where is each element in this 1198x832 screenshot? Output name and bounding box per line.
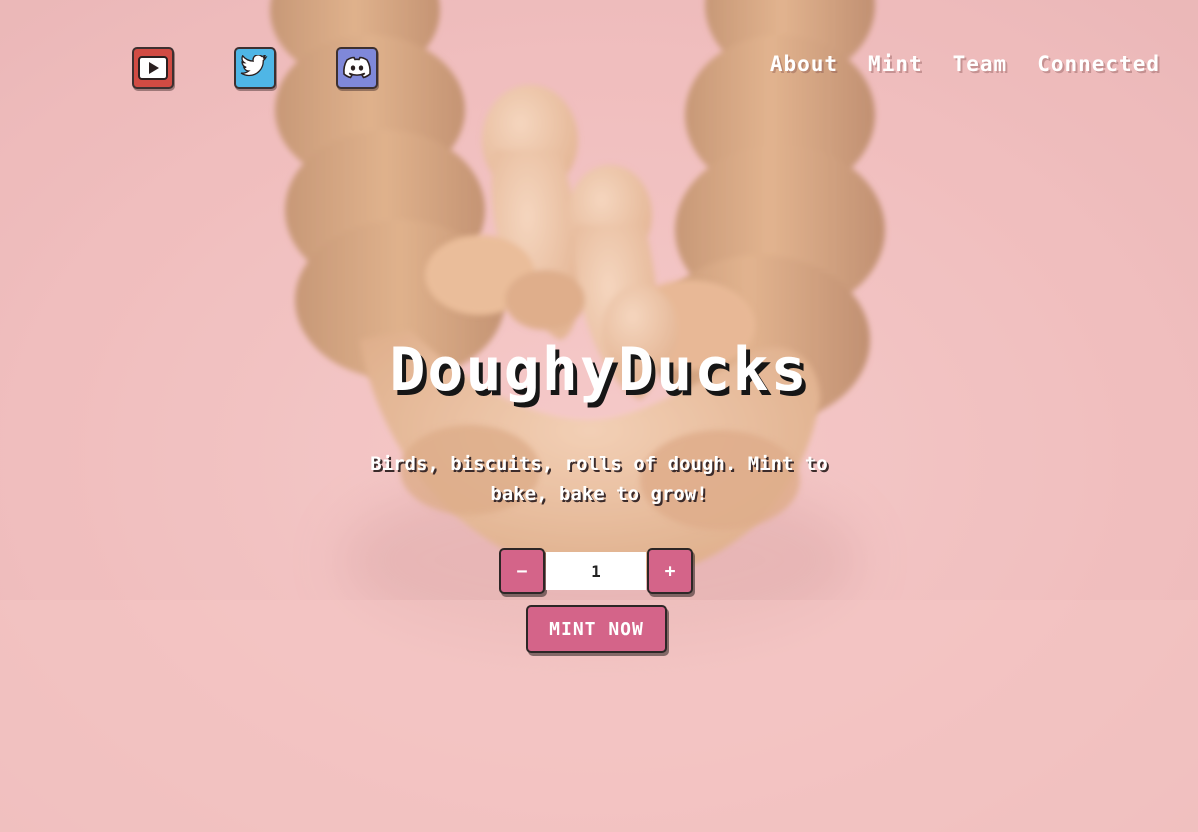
page-title: DoughyDucks	[389, 335, 809, 405]
nav-item-team[interactable]: Team	[953, 52, 1008, 76]
increment-button[interactable]: +	[647, 548, 693, 594]
youtube-link-button[interactable]	[132, 47, 174, 89]
nav-item-mint[interactable]: Mint	[868, 52, 923, 76]
nav-item-about[interactable]: About	[770, 52, 838, 76]
main-nav: About Mint Team Connected	[770, 52, 1160, 76]
quantity-input[interactable]	[546, 552, 646, 590]
mint-now-button[interactable]: MINT NOW	[526, 605, 667, 653]
nav-item-connected[interactable]: Connected	[1037, 52, 1160, 76]
discord-link-button[interactable]	[336, 47, 378, 89]
hero-subtitle: Birds, biscuits, rolls of dough. Mint to…	[370, 453, 828, 505]
discord-icon	[342, 55, 372, 81]
twitter-icon	[240, 55, 270, 81]
twitter-link-button[interactable]	[234, 47, 276, 89]
hero-background-image	[0, 0, 1198, 832]
decrement-button[interactable]: −	[499, 548, 545, 594]
youtube-icon	[138, 56, 168, 80]
quantity-stepper: − +	[499, 548, 693, 594]
